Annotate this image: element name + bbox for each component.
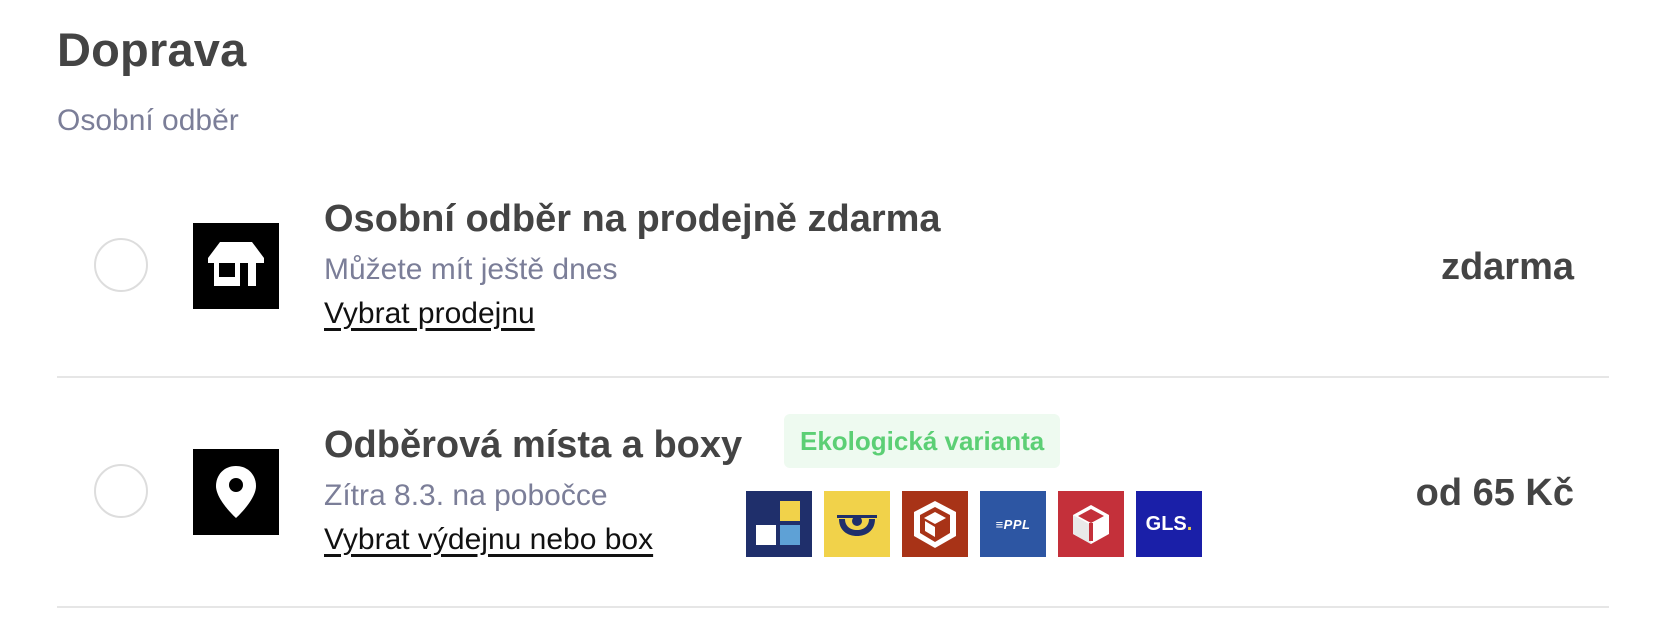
shipping-option-pickup-points[interactable]: Odběrová místa a boxy Zítra 8.3. na pobo… <box>57 378 1609 608</box>
carrier-logos: ≡PPL GLS. <box>746 491 1202 557</box>
shipping-price: zdarma <box>1440 246 1574 288</box>
availability-note: Můžete mít ještě dnes <box>324 253 618 286</box>
gls-logo-text: GLS <box>1145 512 1187 535</box>
store-pickup-radio[interactable] <box>94 238 148 292</box>
dpd-logo <box>1058 491 1124 557</box>
shipping-price: od 65 Kč <box>1415 472 1574 514</box>
balik-logo <box>902 491 968 557</box>
section-title: Doprava <box>57 23 247 76</box>
delivery-estimate: Zítra 8.3. na pobočce <box>324 479 608 512</box>
store-icon <box>193 223 279 309</box>
shipping-option-name: Osobní odběr na prodejně zdarma <box>324 198 941 240</box>
select-pickup-point-link[interactable]: Vybrat výdejnu nebo box <box>324 522 653 558</box>
gls-logo: GLS. <box>1136 491 1202 557</box>
map-pin-icon <box>193 449 279 535</box>
eco-badge: Ekologická varianta <box>784 414 1061 468</box>
gls-logo-dot: . <box>1186 512 1193 535</box>
store-pickup-details: Osobní odběr na prodejně zdarma Můžete m… <box>324 196 941 332</box>
pickup-points-details: Odběrová místa a boxy Zítra 8.3. na pobo… <box>324 422 742 558</box>
ceska-posta-logo <box>824 491 890 557</box>
pickup-points-radio[interactable] <box>94 464 148 518</box>
shipping-option-name: Odběrová místa a boxy <box>324 424 743 466</box>
pickup-box-logo <box>746 491 812 557</box>
ppl-logo-text: ≡PPL <box>995 516 1031 532</box>
ppl-logo: ≡PPL <box>980 491 1046 557</box>
section-subtitle: Osobní odběr <box>57 104 239 137</box>
shipping-option-store-pickup[interactable]: Osobní odběr na prodejně zdarma Můžete m… <box>57 170 1609 378</box>
select-store-link[interactable]: Vybrat prodejnu <box>324 296 535 332</box>
